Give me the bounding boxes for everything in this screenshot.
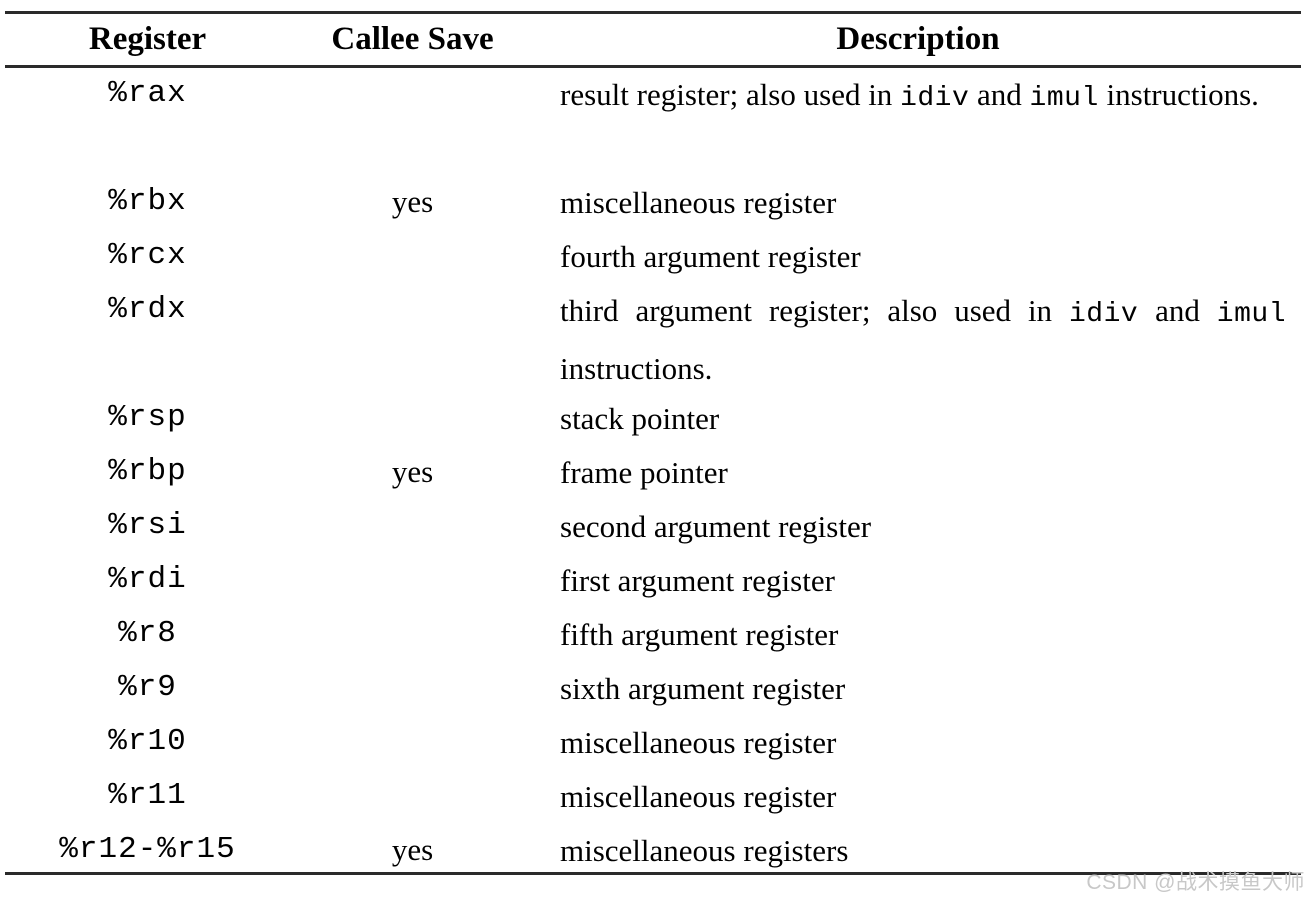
cell-register: %r10 xyxy=(108,724,187,759)
description-text: miscellaneous register xyxy=(560,725,837,760)
table-row: %rsi second argument register xyxy=(5,500,1301,554)
cell-register: %rcx xyxy=(108,238,187,273)
description-text: miscellaneous register xyxy=(560,779,837,814)
instruction-mnemonic: imul xyxy=(1029,83,1099,114)
cell-callee-save: yes xyxy=(391,454,434,489)
description-text: result register; also used in xyxy=(560,77,901,112)
table-row: %rbx yes miscellaneous register xyxy=(5,176,1301,230)
description-text: instructions. xyxy=(1098,77,1259,112)
cell-register: %rsi xyxy=(108,508,187,543)
description-text: and xyxy=(1138,293,1217,328)
cell-description: second argument register xyxy=(560,500,1286,554)
cell-callee-save: yes xyxy=(391,184,434,219)
cell-register: %rdi xyxy=(108,562,187,597)
description-text: miscellaneous registers xyxy=(560,833,849,868)
table-row: %rdx third argument register; also used i… xyxy=(5,284,1301,392)
table-row: %r11 miscellaneous register xyxy=(5,770,1301,824)
cell-description: stack pointer xyxy=(560,392,1286,446)
instruction-mnemonic: idiv xyxy=(1068,299,1139,330)
csdn-watermark: CSDN @战术摸鱼大师 xyxy=(1086,871,1305,894)
description-text: third argument register; also used in xyxy=(560,293,1069,328)
description-text: fifth argument register xyxy=(560,617,839,652)
table-row: %rax result register; also used in idiv a… xyxy=(5,68,1301,176)
description-text: miscellaneous register xyxy=(560,185,837,220)
cell-register: %rbx xyxy=(108,184,187,219)
cell-description: frame pointer xyxy=(560,446,1286,500)
cell-description: miscellaneous register xyxy=(560,176,1286,230)
cell-register: %r12-%r15 xyxy=(59,832,236,867)
table-row: %r8 fifth argument register xyxy=(5,608,1301,662)
cell-description: fourth argument register xyxy=(560,230,1286,284)
cell-register: %rbp xyxy=(108,454,187,489)
cell-callee-save: yes xyxy=(391,832,434,867)
register-reference-table: Register Callee Save Description %rax res… xyxy=(5,0,1301,902)
table-row: %rdi first argument register xyxy=(5,554,1301,608)
table-row: %rcx fourth argument register xyxy=(5,230,1301,284)
table-row: %r10 miscellaneous register xyxy=(5,716,1301,770)
cell-description: miscellaneous register xyxy=(560,716,1286,770)
description-text: sixth argument register xyxy=(560,671,846,706)
description-text: stack pointer xyxy=(560,401,720,436)
table-row: %r9 sixth argument register xyxy=(5,662,1301,716)
instruction-mnemonic: imul xyxy=(1216,299,1286,330)
description-text: fourth argument register xyxy=(560,239,861,274)
column-header-register: Register xyxy=(88,21,207,57)
instruction-mnemonic: idiv xyxy=(900,83,970,114)
cell-register: %rsp xyxy=(108,400,187,435)
description-text: frame pointer xyxy=(560,455,728,490)
table-row: %rbp yes frame pointer xyxy=(5,446,1301,500)
table-body: %rax result register; also used in idiv a… xyxy=(5,68,1301,878)
cell-description: miscellaneous register xyxy=(560,770,1286,824)
column-header-description: Description xyxy=(836,21,1000,57)
cell-description: fifth argument register xyxy=(560,608,1286,662)
cell-register: %rdx xyxy=(108,292,187,327)
cell-register: %rax xyxy=(108,76,187,111)
cell-description: result register; also used in idiv and i… xyxy=(560,68,1286,126)
table-row: %rsp stack pointer xyxy=(5,392,1301,446)
description-text: second argument register xyxy=(560,509,872,544)
description-text: and xyxy=(969,77,1030,112)
cell-register: %r11 xyxy=(108,778,187,813)
description-text: instructions. xyxy=(560,351,713,386)
cell-register: %r8 xyxy=(118,616,177,651)
description-text: first argument register xyxy=(560,563,835,598)
table-header-row: Register Callee Save Description xyxy=(5,14,1301,64)
cell-description: first argument register xyxy=(560,554,1286,608)
column-header-callee-save: Callee Save xyxy=(331,21,494,57)
cell-description: third argument register; also used in id… xyxy=(560,284,1286,396)
cell-register: %r9 xyxy=(118,670,177,705)
cell-description: sixth argument register xyxy=(560,662,1286,716)
